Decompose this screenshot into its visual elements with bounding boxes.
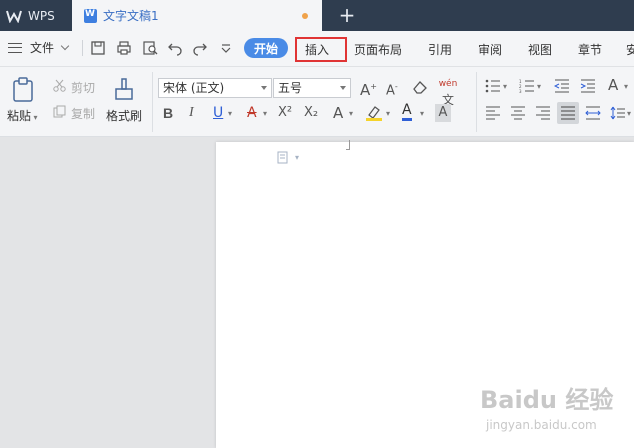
- grow-font-icon: A: [360, 81, 371, 99]
- superscript-button[interactable]: X²: [278, 105, 292, 121]
- shrink-font-icon: A: [386, 83, 395, 99]
- app-name: WPS: [28, 8, 55, 23]
- writer-doc-icon: [84, 8, 97, 23]
- menu-divider: [82, 40, 83, 56]
- align-left-icon[interactable]: [485, 106, 501, 120]
- decrease-indent-icon[interactable]: [554, 79, 570, 93]
- line-spacing-icon[interactable]: [610, 106, 626, 120]
- document-tab[interactable]: 文字文稿1: [72, 0, 322, 31]
- character-shading-button[interactable]: A: [435, 104, 451, 122]
- dropdown-arrow-icon: [261, 86, 267, 90]
- tab-page-layout[interactable]: 页面布局: [354, 41, 402, 58]
- highlight-icon[interactable]: [365, 104, 383, 122]
- align-justify-icon: [561, 106, 575, 120]
- paragraph-layout-dropdown[interactable]: ▾: [295, 153, 299, 162]
- font-size-select[interactable]: 五号: [273, 78, 351, 98]
- ribbon-separator: [152, 72, 153, 132]
- text-effect-dropdown[interactable]: ▾: [349, 106, 353, 122]
- insert-tab-highlight: [295, 37, 347, 62]
- file-menu-label: 文件: [30, 41, 55, 55]
- format-painter-button[interactable]: 格式刷: [106, 107, 142, 124]
- highlight-dropdown[interactable]: ▾: [386, 106, 390, 122]
- change-case-dropdown[interactable]: ▾: [624, 79, 628, 95]
- strikethrough-dropdown[interactable]: ▾: [263, 106, 267, 122]
- justify-button[interactable]: [557, 102, 579, 124]
- unsaved-indicator-icon: [302, 13, 308, 19]
- line-spacing-dropdown[interactable]: ▾: [627, 106, 631, 122]
- tab-view[interactable]: 视图: [528, 41, 552, 58]
- bullet-list-icon[interactable]: [485, 79, 501, 93]
- dropdown-arrow-icon: [340, 86, 346, 90]
- text-effect-button[interactable]: A: [333, 105, 343, 121]
- undo-icon[interactable]: [167, 40, 183, 56]
- cut-button: 剪切: [71, 81, 96, 95]
- tab-references[interactable]: 引用: [428, 41, 452, 58]
- tab-home[interactable]: 开始: [244, 38, 288, 58]
- watermark-logo: Baidu 经验: [480, 386, 614, 414]
- paste-button[interactable]: 粘贴 ▾: [7, 107, 38, 124]
- numbered-list-icon[interactable]: 123: [519, 79, 535, 93]
- file-menu-button[interactable]: 文件: [8, 39, 70, 56]
- eraser-icon[interactable]: [412, 79, 428, 95]
- change-case-button[interactable]: A: [608, 77, 618, 93]
- wps-logo-icon: [6, 10, 22, 23]
- grow-font-button[interactable]: A+: [360, 79, 377, 98]
- title-bar: WPS 文字文稿1 +: [0, 0, 634, 31]
- svg-text:3: 3: [519, 89, 522, 93]
- paragraph-layout-icon[interactable]: [277, 151, 289, 164]
- align-right-icon[interactable]: [535, 106, 551, 120]
- redo-icon[interactable]: [192, 40, 208, 56]
- subscript-button[interactable]: X₂: [304, 105, 318, 121]
- pinyin-guide-label: wén: [438, 79, 458, 89]
- cut-icon: [53, 79, 66, 92]
- increase-indent-icon[interactable]: [580, 79, 596, 93]
- bullet-list-dropdown[interactable]: ▾: [503, 79, 507, 95]
- strikethrough-button[interactable]: A: [247, 105, 257, 121]
- numbered-list-dropdown[interactable]: ▾: [537, 79, 541, 95]
- customize-quick-access-icon[interactable]: [218, 40, 234, 56]
- copy-icon: [53, 105, 66, 118]
- format-painter-icon[interactable]: [113, 77, 135, 101]
- watermark-url: jingyan.baidu.com: [486, 418, 597, 432]
- tab-overflow[interactable]: 安: [626, 41, 634, 58]
- font-color-dropdown[interactable]: ▾: [420, 106, 424, 122]
- document-title: 文字文稿1: [103, 9, 159, 23]
- copy-button: 复制: [71, 107, 96, 121]
- print-icon[interactable]: [116, 40, 132, 56]
- tab-chapter[interactable]: 章节: [578, 41, 602, 58]
- wps-home-tab[interactable]: WPS: [0, 0, 70, 31]
- paste-label: 粘贴: [7, 109, 32, 123]
- chevron-down-icon: [60, 41, 70, 51]
- underline-button[interactable]: U: [213, 105, 223, 121]
- font-size-value: 五号: [278, 81, 303, 95]
- align-center-icon[interactable]: [510, 106, 526, 120]
- ribbon-separator: [476, 72, 477, 132]
- hamburger-icon: [8, 42, 22, 53]
- font-name-value: 宋体 (正文): [163, 81, 225, 95]
- paste-icon[interactable]: [11, 77, 35, 103]
- underline-dropdown[interactable]: ▾: [228, 106, 232, 122]
- save-icon[interactable]: [90, 40, 106, 56]
- font-name-select[interactable]: 宋体 (正文): [158, 78, 272, 98]
- home-ribbon: 粘贴 ▾ 剪切 复制 格式刷 宋体 (正文) 五号 A+ A- wén 文 B I…: [0, 67, 634, 137]
- distributed-align-icon[interactable]: [585, 106, 601, 120]
- new-tab-button[interactable]: +: [337, 3, 357, 27]
- italic-button[interactable]: I: [189, 105, 194, 121]
- page-margin-marker: [346, 140, 350, 150]
- print-preview-icon[interactable]: [142, 40, 158, 56]
- shrink-font-button[interactable]: A-: [386, 79, 398, 99]
- bold-button[interactable]: B: [163, 105, 173, 121]
- font-color-button[interactable]: A: [402, 103, 412, 121]
- tab-review[interactable]: 审阅: [478, 41, 502, 58]
